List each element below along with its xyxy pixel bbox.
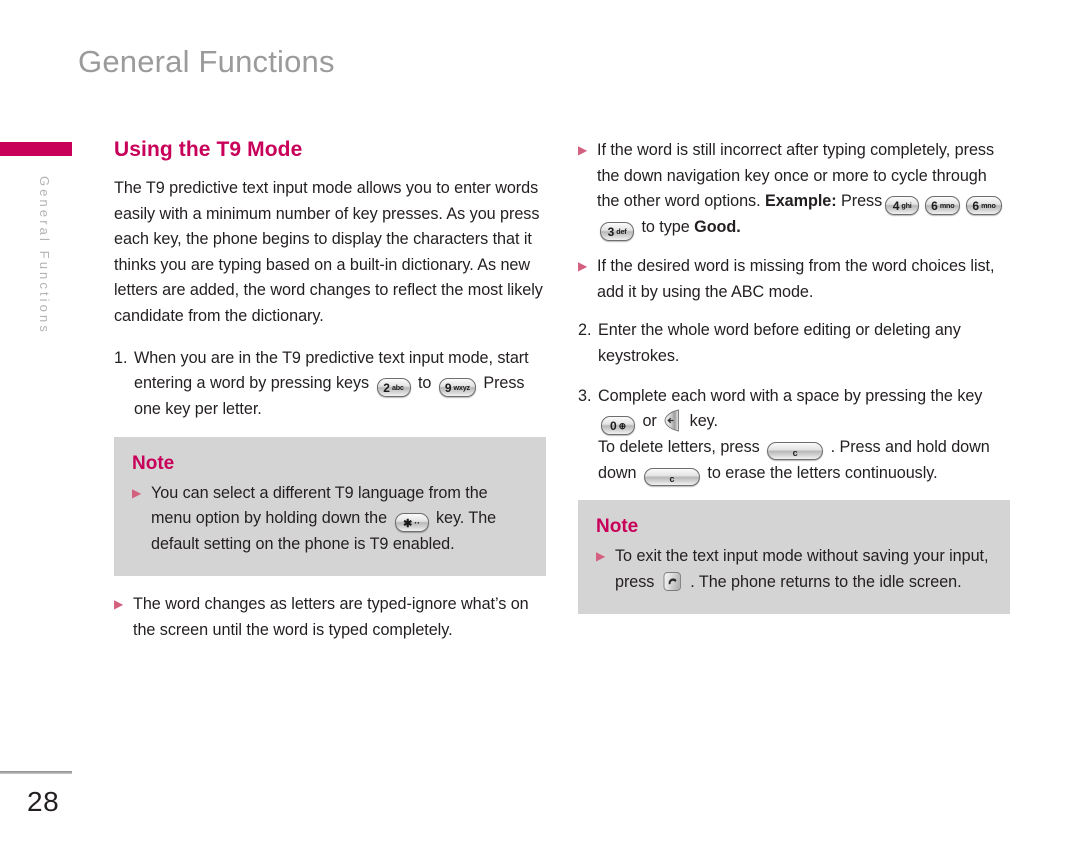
step-3-number: 3. [578,386,592,405]
keypad-key-6-icon: 6 mno [966,196,1002,216]
navigation-soft-key-icon [664,409,682,432]
step-3-text-c: key. [689,412,718,431]
right-bullet-missing-word-text: If the desired word is missing from the … [597,257,995,301]
right-column: ▶ If the word is still incorrect after t… [578,138,1010,630]
note-left-bullet: ▶ You can select a different T9 language… [132,481,528,558]
triangle-bullet-icon: ▶ [132,485,142,500]
intro-paragraph: The T9 predictive text input mode allows… [114,179,543,325]
keypad-key-star-letters: ·· [414,518,420,529]
step-3-text-a: Complete each word with a space by press… [598,386,983,405]
keypad-key-0-digit: 0 [609,419,617,434]
right-bullet-incorrect-word: ▶ If the word is still incorrect after t… [578,138,1010,242]
triangle-bullet-icon: ▶ [114,596,124,611]
step-3-text-hold: down [598,463,637,482]
keypad-key-3-icon: 3 def [600,222,634,242]
clear-key-icon: c [767,442,824,461]
footer-divider [0,771,72,774]
keypad-key-9-letters: wxyz [453,383,471,393]
example-press-word: Press [841,192,883,211]
note-right-bullet-body: To exit the text input mode without savi… [615,544,992,595]
note-box-right: Note ▶ To exit the text input mode witho… [578,500,1010,614]
step-3-text-e: . Press and hold down [830,438,990,457]
step-1-text-b: to [417,374,432,393]
end-call-key-icon [663,571,682,592]
step-3-text-b: or [642,412,657,431]
step-2-text: Enter the whole word before editing or d… [598,321,961,365]
example-label: Example: [764,192,837,211]
page-title: General Functions [78,44,335,79]
right-bullet-missing-word: ▶ If the desired word is missing from th… [578,254,1010,305]
step-2-number: 2. [578,321,592,340]
keypad-key-6-icon: 6 mno [925,196,961,216]
keypad-key-4-letters: ghi [901,201,912,211]
keypad-key-star-icon: ✱ ·· [394,513,429,533]
step-2: 2. Enter the whole word before editing o… [578,318,1010,369]
keypad-key-0-icon: 0 ⊕ [601,416,635,436]
step-1-number: 1. [114,348,128,367]
keypad-key-3-digit: 3 [607,225,615,240]
clear-key-icon: c [643,467,700,486]
note-left-bullet-body: You can select a different T9 language f… [151,481,528,558]
step-3-body: Complete each word with a space by press… [598,384,1010,487]
keypad-key-3-letters: def [616,227,627,237]
keypad-key-star-digit: ✱ [403,518,413,531]
note-box-left: Note ▶ You can select a different T9 lan… [114,436,546,576]
left-column: Using the T9 Mode The T9 predictive text… [114,138,546,656]
keypad-key-2-digit: 2 [383,381,390,396]
section-tab-marker [0,142,72,156]
keypad-key-0-symbol: ⊕ [618,421,627,432]
step-1-body: When you are in the T9 predictive text i… [134,346,546,423]
step-3-text-f: to erase the letters continuously. [707,463,938,482]
keypad-key-6-digit: 6 [972,199,980,214]
right-bullet-incorrect-word-body: If the word is still incorrect after typ… [597,138,1010,242]
keypad-key-2-letters: abc [391,383,404,393]
triangle-bullet-icon: ▶ [578,143,588,157]
example-result-word: Good [694,218,737,237]
keypad-key-9-digit: 9 [444,381,452,396]
keypad-key-6-letters: mno [939,201,955,211]
keypad-key-4-icon: 4 ghi [885,196,920,216]
note-title-right: Note [596,516,639,538]
side-tab-label: General Functions [37,176,52,335]
step-3-text-d: To delete letters, press [598,438,760,457]
note-right-text-b: . The phone returns to the idle screen. [690,572,962,591]
keypad-key-2-icon: 2 abc [376,378,411,398]
note-right-bullet: ▶ To exit the text input mode without sa… [596,544,992,595]
clear-key-label: c [792,448,798,459]
step-3: 3. Complete each word with a space by pr… [578,384,1010,487]
keypad-key-6-letters: mno [981,201,996,211]
section-title: Using the T9 Mode [114,138,303,161]
triangle-bullet-icon: ▶ [578,259,588,274]
left-bullet-word-changes-text: The word changes as letters are typed-ig… [133,594,529,639]
keypad-key-9-icon: 9 wxyz [438,378,476,398]
keypad-key-4-digit: 4 [892,199,900,214]
triangle-bullet-icon: ▶ [596,549,606,564]
page-number: 28 [27,786,60,817]
keypad-key-6-digit: 6 [931,199,938,214]
example-result-period: . [736,218,741,237]
clear-key-label: c [669,473,675,484]
right-bullet-1-text-b: to type [641,218,690,237]
left-bullet-word-changes: ▶ The word changes as letters are typed-… [114,592,546,643]
note-title-left: Note [132,452,175,474]
step-1: 1. When you are in the T9 predictive tex… [114,346,546,423]
